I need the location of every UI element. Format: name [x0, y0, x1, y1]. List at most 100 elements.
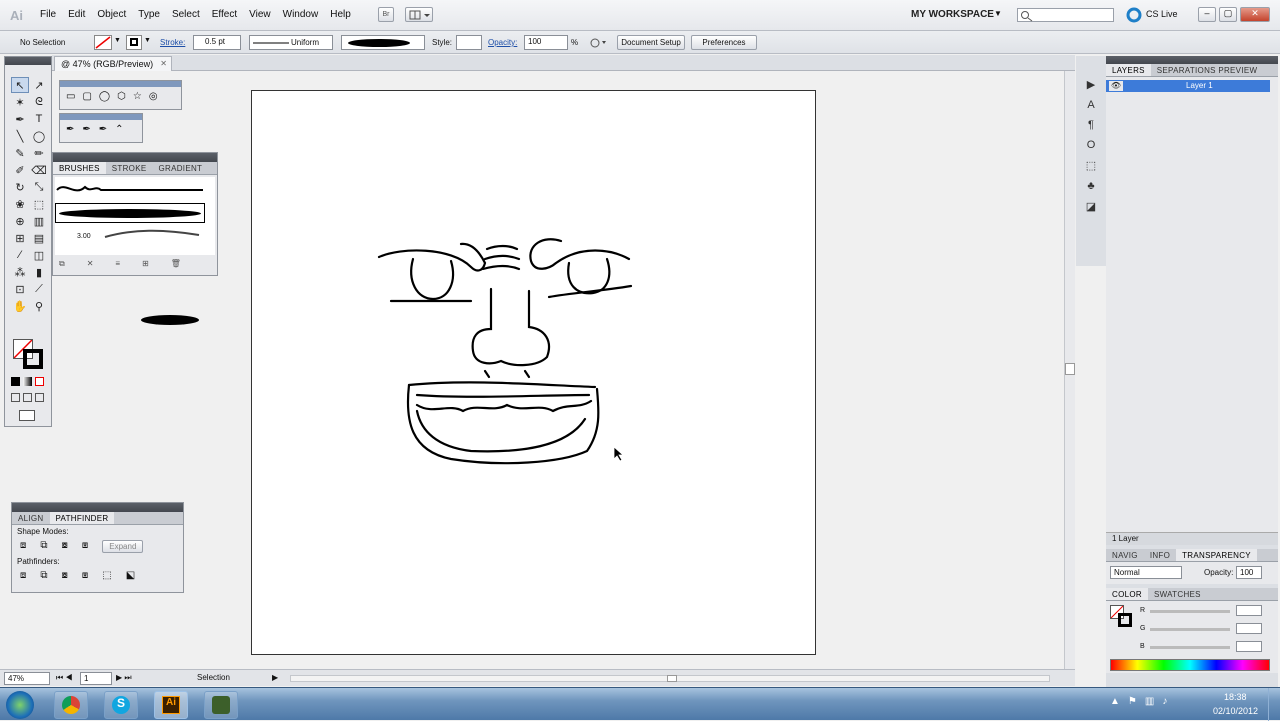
- paragraph-icon[interactable]: ¶: [1088, 119, 1094, 131]
- tab-align[interactable]: ALIGN: [12, 512, 50, 524]
- stroke-swatch[interactable]: [126, 35, 142, 50]
- b-slider[interactable]: [1150, 646, 1230, 649]
- close-icon[interactable]: ✕: [160, 59, 167, 68]
- document-tab[interactable]: @ 47% (RGB/Preview) ✕: [54, 56, 172, 71]
- artboard-tool-icon[interactable]: ⊡: [11, 281, 29, 297]
- menu-window[interactable]: Window: [283, 9, 319, 20]
- tab-pathfinder[interactable]: PATHFINDER: [49, 512, 115, 524]
- tools-panel-header[interactable]: [5, 57, 51, 65]
- add-anchor-tool-icon[interactable]: ✒: [82, 124, 90, 135]
- minimize-button[interactable]: –: [1198, 7, 1216, 22]
- color-spectrum[interactable]: [1110, 659, 1270, 671]
- flag-icon[interactable]: ⚑: [1128, 696, 1137, 707]
- blend-mode-select[interactable]: Normal: [1110, 566, 1182, 579]
- lasso-tool-icon[interactable]: ᘓ: [30, 94, 48, 110]
- brush-list[interactable]: 3.00: [55, 177, 215, 255]
- brushes-panel-header[interactable]: [53, 153, 217, 162]
- hand-tool-icon[interactable]: ✋: [11, 298, 29, 314]
- tab-gradient[interactable]: GRADIENT: [152, 162, 208, 174]
- eye-icon[interactable]: 👁: [1109, 81, 1123, 91]
- paintbrush-tool-icon[interactable]: ✎: [11, 145, 29, 161]
- ornate-brush-icon[interactable]: [55, 179, 205, 201]
- tab-transparency[interactable]: TRANSPARENCY: [1176, 549, 1257, 561]
- menu-object[interactable]: Object: [97, 9, 126, 20]
- graphic-style-dropdown[interactable]: [456, 35, 482, 50]
- pencil-brush-icon[interactable]: [103, 229, 203, 241]
- scroll-thumb[interactable]: [1065, 363, 1075, 375]
- variable-width-profile[interactable]: Uniform: [249, 35, 333, 50]
- type-tool-icon[interactable]: T: [30, 111, 48, 127]
- gradient-tool-icon[interactable]: ▤: [30, 230, 48, 246]
- recolor-artwork-icon[interactable]: [588, 36, 608, 50]
- g-slider[interactable]: [1150, 628, 1230, 631]
- direct-selection-tool-icon[interactable]: ↗: [30, 77, 48, 93]
- shape-builder-tool-icon[interactable]: ⊕: [11, 213, 29, 229]
- tab-stroke[interactable]: STROKE: [106, 162, 153, 174]
- expand-button[interactable]: Expand: [102, 540, 144, 553]
- status-menu-arrow[interactable]: ▶: [272, 673, 278, 682]
- brush-definition[interactable]: [341, 35, 425, 50]
- artboard[interactable]: [251, 90, 816, 655]
- symbol-sprayer-tool-icon[interactable]: ⁂: [11, 264, 29, 280]
- fill-dropdown[interactable]: ▼: [114, 37, 121, 44]
- menu-file[interactable]: File: [40, 9, 56, 20]
- intersect-icon[interactable]: ⧇: [62, 540, 68, 553]
- tab-layers[interactable]: LAYERS: [1106, 64, 1151, 76]
- symbols-icon[interactable]: ♣: [1087, 180, 1094, 192]
- pen-tool-icon[interactable]: ✒: [11, 111, 29, 127]
- opentype-icon[interactable]: O: [1087, 139, 1096, 151]
- tab-navigator[interactable]: NAVIG: [1106, 549, 1144, 561]
- chevron-down-icon[interactable]: ▼: [994, 9, 1002, 18]
- blob-brush-tool-icon[interactable]: ✐: [11, 162, 29, 178]
- eyedropper-tool-icon[interactable]: ⁄: [11, 247, 29, 263]
- delete-brush-icon[interactable]: 🗑: [171, 259, 181, 269]
- horizontal-scrollbar[interactable]: [290, 675, 1050, 682]
- tab-separations-preview[interactable]: SEPARATIONS PREVIEW: [1151, 64, 1264, 76]
- arrange-documents-button[interactable]: [405, 7, 433, 22]
- graphic-styles-icon[interactable]: ◪: [1086, 200, 1096, 213]
- none-mode-icon[interactable]: [35, 377, 44, 386]
- dock-header[interactable]: [1106, 56, 1278, 64]
- flare-tool-icon[interactable]: ◎: [149, 91, 158, 102]
- selection-tool-icon[interactable]: ↖: [11, 77, 29, 93]
- brush-options-icon[interactable]: ≡: [115, 259, 120, 269]
- rotate-tool-icon[interactable]: ↻: [11, 179, 29, 195]
- unite-icon[interactable]: ⧈: [20, 540, 26, 553]
- screen-mode-icon[interactable]: [19, 410, 35, 421]
- rectangle-tool-icon[interactable]: ▭: [66, 91, 75, 102]
- line-tool-icon[interactable]: ╲: [11, 128, 29, 144]
- maximize-button[interactable]: ▢: [1219, 7, 1237, 22]
- remove-stroke-icon[interactable]: ✕: [87, 259, 94, 269]
- selected-brush[interactable]: [55, 203, 205, 223]
- transparency-opacity-field[interactable]: 100: [1236, 566, 1262, 579]
- stroke-label[interactable]: Stroke:: [160, 38, 185, 47]
- scale-tool-icon[interactable]: ⤡: [30, 179, 48, 195]
- blend-tool-icon[interactable]: ◫: [30, 247, 48, 263]
- search-input[interactable]: [1017, 8, 1114, 22]
- tab-brushes[interactable]: BRUSHES: [53, 162, 106, 174]
- artboard-nav-last[interactable]: ▶ ⏭: [116, 673, 132, 683]
- fill-swatch[interactable]: [94, 35, 112, 50]
- polygon-tool-icon[interactable]: ⬡: [117, 91, 126, 102]
- artboard-nav-first[interactable]: ⏮ ◀: [56, 673, 73, 683]
- eraser-tool-icon[interactable]: ⌫: [30, 162, 48, 178]
- minus-front-icon[interactable]: ⧉: [40, 540, 47, 553]
- menu-type[interactable]: Type: [138, 9, 160, 20]
- fill-stroke-widget[interactable]: [13, 339, 45, 371]
- merge-icon[interactable]: ⧇: [62, 570, 68, 581]
- brush-libraries-icon[interactable]: ⧉: [59, 259, 65, 269]
- chrome-taskbar-button[interactable]: [54, 691, 88, 719]
- close-button[interactable]: ✕: [1240, 7, 1270, 22]
- workspace-switcher[interactable]: MY WORKSPACE: [911, 9, 994, 20]
- clock-time[interactable]: 18:38: [1224, 692, 1247, 702]
- column-graph-tool-icon[interactable]: ▮: [30, 264, 48, 280]
- preferences-button[interactable]: Preferences: [691, 35, 757, 50]
- opacity-label[interactable]: Opacity:: [488, 38, 517, 47]
- color-stroke-box[interactable]: [1118, 613, 1132, 627]
- ellipse-tool-icon[interactable]: ◯: [30, 128, 48, 144]
- tab-color[interactable]: COLOR: [1106, 588, 1148, 600]
- color-mode-icon[interactable]: [11, 377, 20, 386]
- network-icon[interactable]: ▥: [1145, 696, 1154, 707]
- illustrator-taskbar-button[interactable]: Ai: [154, 691, 188, 719]
- menu-select[interactable]: Select: [172, 9, 200, 20]
